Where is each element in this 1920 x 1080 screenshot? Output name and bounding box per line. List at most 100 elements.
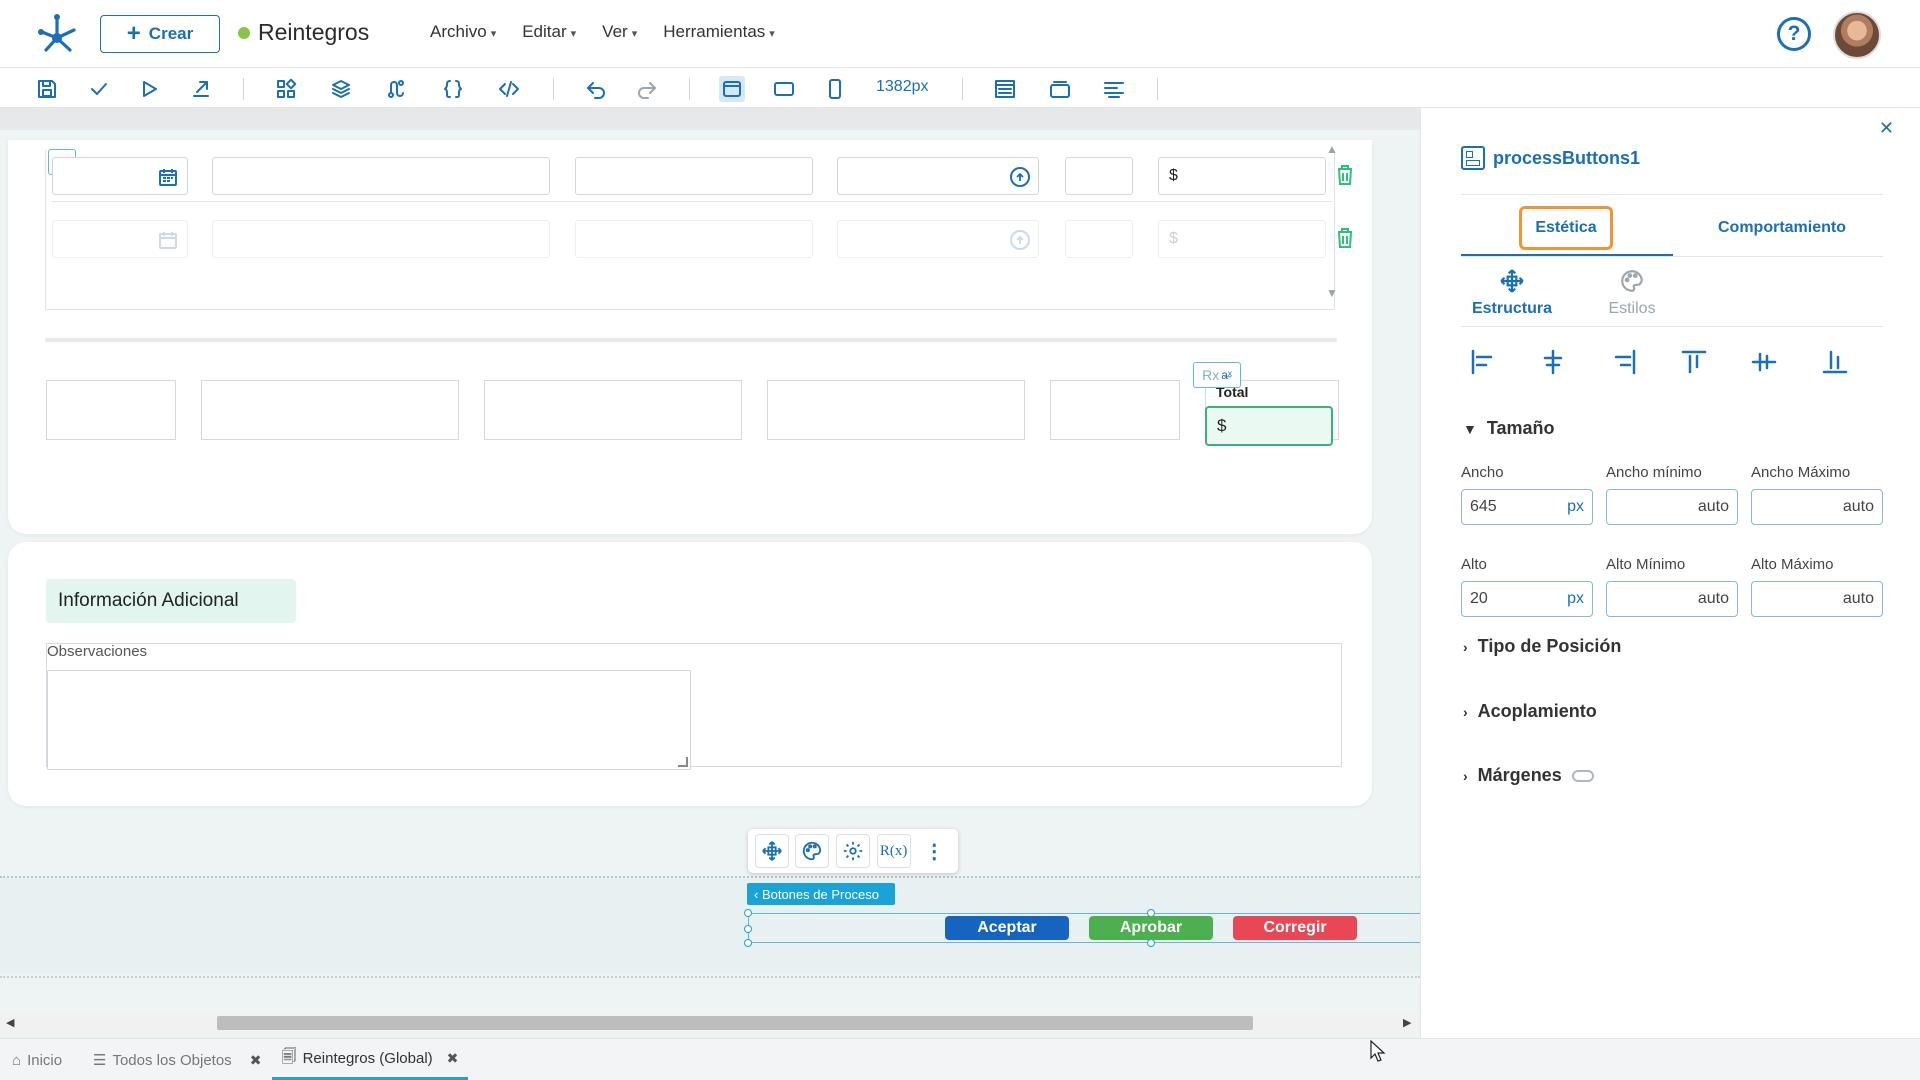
redo-icon[interactable]	[634, 76, 660, 102]
tab-reintegros-global[interactable]: 🗐 Reintegros (Global) ✖	[272, 1039, 468, 1080]
align-center-vertical-icon[interactable]	[1750, 348, 1778, 376]
resize-handle[interactable]	[744, 925, 752, 933]
divider	[1461, 326, 1883, 327]
canvas-width-value[interactable]: 1382px	[876, 78, 929, 96]
total-amount-input[interactable]: $	[1205, 406, 1333, 446]
divider	[45, 338, 1337, 342]
file-input[interactable]	[837, 220, 1039, 258]
layers-icon[interactable]	[328, 76, 354, 102]
resize-handle[interactable]	[1147, 939, 1155, 947]
zone-border-bottom	[0, 976, 1420, 978]
code-icon[interactable]	[496, 76, 522, 102]
aprobar-button[interactable]: Aprobar	[1089, 916, 1213, 940]
observaciones-textarea[interactable]	[47, 670, 691, 770]
scroll-left-icon[interactable]: ◀	[6, 1016, 14, 1029]
calendar-icon[interactable]	[159, 168, 177, 186]
resize-grip-icon[interactable]	[678, 757, 688, 767]
text-input[interactable]	[575, 220, 813, 258]
section-tamano[interactable]: ▼ Tamaño	[1463, 418, 1555, 439]
align-bottom-icon[interactable]	[1821, 348, 1849, 376]
alto-maximo-field[interactable]: auto	[1751, 581, 1883, 617]
check-icon[interactable]	[86, 76, 112, 102]
ancho-minimo-field[interactable]: auto	[1606, 489, 1738, 525]
date-input[interactable]	[52, 220, 188, 258]
menu-editar[interactable]: Editar ▾	[522, 22, 576, 42]
text-input[interactable]	[212, 220, 550, 258]
section-margenes[interactable]: › Márgenes	[1463, 765, 1594, 786]
create-button[interactable]: + Crear	[100, 15, 220, 53]
text-input[interactable]	[575, 157, 813, 195]
align-top-icon[interactable]	[1680, 348, 1708, 376]
alto-unit[interactable]: px	[1567, 590, 1584, 608]
tablet-view-icon[interactable]	[771, 76, 797, 102]
alto-minimo-field[interactable]: auto	[1606, 581, 1738, 617]
upload-icon[interactable]	[1010, 167, 1030, 187]
amount-input[interactable]: $	[1158, 157, 1326, 195]
help-icon[interactable]: ?	[1777, 17, 1811, 51]
section-tipo-posicion[interactable]: › Tipo de Posición	[1463, 636, 1621, 657]
window-icon[interactable]	[1047, 76, 1073, 102]
close-tab-icon[interactable]: ✖	[447, 1050, 459, 1067]
amount-input[interactable]: $	[1158, 220, 1326, 258]
align-center-horizontal-icon[interactable]	[1539, 348, 1567, 376]
trash-icon[interactable]	[1336, 164, 1354, 186]
rx-formula-badge[interactable]: Rx a̶ˣ	[1193, 362, 1241, 388]
number-input[interactable]	[1065, 157, 1133, 195]
subtab-estructura[interactable]: Estructura	[1457, 268, 1567, 318]
grid-scroll-down-icon[interactable]: ▼	[1326, 286, 1338, 300]
tab-comportamiento[interactable]: Comportamiento	[1687, 206, 1877, 250]
mobile-view-icon[interactable]	[822, 76, 848, 102]
tab-todos-los-objetos[interactable]: ☰ Todos los Objetos ✖	[93, 1039, 261, 1080]
section-title[interactable]: Información Adicional	[46, 579, 296, 623]
scroll-right-icon[interactable]: ▶	[1403, 1016, 1411, 1029]
undo-icon[interactable]	[583, 76, 609, 102]
close-icon[interactable]: ✕	[1879, 118, 1894, 139]
more-options-icon[interactable]: ⋮	[917, 834, 951, 868]
braces-icon[interactable]	[440, 76, 466, 102]
tab-inicio[interactable]: ⌂ Inicio	[12, 1039, 62, 1080]
settings-gear-icon[interactable]	[835, 834, 870, 868]
form-settings-icon[interactable]	[1101, 76, 1127, 102]
ancho-maximo-field[interactable]: auto	[1751, 489, 1883, 525]
app-logo-icon[interactable]	[36, 12, 78, 54]
menu-ver[interactable]: Ver ▾	[602, 22, 637, 42]
trash-icon[interactable]	[1336, 227, 1354, 249]
date-input[interactable]	[52, 157, 188, 195]
close-tab-icon[interactable]: ✖	[250, 1052, 262, 1069]
process-buttons-tag[interactable]: ‹ Botones de Proceso	[747, 883, 895, 905]
resize-handle[interactable]	[744, 909, 752, 917]
alto-field[interactable]: 20 px	[1461, 581, 1593, 617]
play-icon[interactable]	[136, 76, 162, 102]
components-icon[interactable]	[273, 76, 299, 102]
horizontal-scrollbar[interactable]: ◀ ▶	[0, 1013, 1420, 1033]
link-icon[interactable]	[1571, 769, 1594, 782]
file-input[interactable]	[837, 157, 1039, 195]
flow-icon[interactable]	[383, 76, 409, 102]
ancho-field[interactable]: 645 px	[1461, 489, 1593, 525]
scrollbar-thumb[interactable]	[217, 1016, 1253, 1030]
layout-icon[interactable]	[992, 76, 1018, 102]
desktop-view-icon[interactable]	[719, 76, 745, 102]
text-input[interactable]	[212, 157, 550, 195]
align-right-icon[interactable]	[1610, 348, 1638, 376]
number-input[interactable]	[1065, 220, 1133, 258]
corregir-button[interactable]: Corregir	[1233, 916, 1357, 940]
publish-icon[interactable]	[188, 76, 214, 102]
menu-archivo[interactable]: Archivo ▾	[430, 22, 496, 42]
calendar-icon[interactable]	[159, 231, 177, 249]
align-left-icon[interactable]	[1469, 348, 1497, 376]
menu-herramientas[interactable]: Herramientas ▾	[663, 22, 775, 42]
section-acoplamiento[interactable]: › Acoplamiento	[1463, 701, 1597, 722]
palette-icon[interactable]	[795, 834, 830, 868]
move-icon[interactable]	[754, 834, 789, 868]
avatar[interactable]	[1833, 11, 1881, 59]
resize-handle[interactable]	[744, 939, 752, 947]
formula-rx-button[interactable]: R(x)	[876, 834, 911, 868]
subtab-estilos[interactable]: Estilos	[1577, 268, 1687, 318]
tab-estetica[interactable]: Estética	[1519, 206, 1613, 250]
aceptar-button[interactable]: Aceptar	[945, 916, 1069, 940]
save-icon[interactable]	[34, 76, 60, 102]
ancho-unit[interactable]: px	[1567, 498, 1584, 516]
upload-icon[interactable]	[1010, 230, 1030, 250]
design-canvas[interactable]: Js ▲ $ $	[0, 108, 1420, 1038]
